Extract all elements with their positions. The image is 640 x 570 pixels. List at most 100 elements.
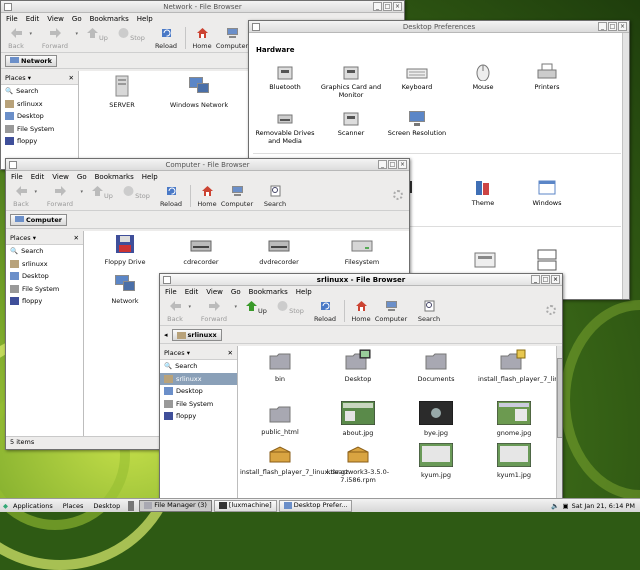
menu-bookmarks[interactable]: Bookmarks — [95, 171, 134, 183]
file-item[interactable]: gnome.jpg — [490, 400, 538, 437]
menu-file[interactable]: File — [6, 13, 18, 25]
show-desktop-icon[interactable] — [128, 500, 135, 511]
back-button[interactable]: Back ▾ — [163, 298, 191, 323]
sidebar-item-search[interactable]: 🔍 Search — [1, 85, 78, 98]
menu-bookmarks[interactable]: Bookmarks — [90, 13, 129, 25]
sidebar-item-floppy[interactable]: floppy — [1, 135, 78, 148]
desktop-prefs-titlebar[interactable]: Desktop Preferences _ □ × — [249, 21, 629, 33]
up-button[interactable]: Up — [241, 298, 271, 315]
file-item[interactable]: about.jpg — [334, 400, 382, 437]
close-button[interactable]: × — [551, 275, 560, 284]
task-desktop-preferences[interactable]: Desktop Prefer... — [278, 499, 353, 512]
menu-help[interactable]: Help — [142, 171, 158, 183]
location-network-button[interactable]: Network — [5, 54, 57, 67]
computer-titlebar[interactable]: Computer - File Browser _ □ × — [6, 159, 409, 171]
menu-go[interactable]: Go — [72, 13, 82, 25]
home-button[interactable]: Home — [348, 298, 374, 323]
reload-button[interactable]: Reload — [309, 298, 341, 323]
reload-button[interactable]: Reload — [155, 183, 187, 208]
close-button[interactable]: × — [393, 2, 402, 11]
pref-keyboard[interactable]: Keyboard — [382, 63, 452, 91]
pref-scanner[interactable]: Scanner — [316, 109, 386, 137]
task-luxmachine[interactable]: [luxmachine] — [213, 499, 277, 512]
file-item[interactable]: bin — [256, 351, 304, 383]
sidebar-item-desktop[interactable]: Desktop — [1, 110, 78, 123]
file-item[interactable]: Desktop — [334, 349, 382, 383]
sidebar-item-search[interactable]: 🔍 Search — [6, 245, 83, 258]
clock[interactable]: Sat Jan 21, 6:14 PM — [572, 502, 635, 510]
reload-button[interactable]: Reload — [150, 25, 182, 50]
computer-item-cdrecorder[interactable]: cdrecorder — [176, 236, 226, 266]
menu-edit[interactable]: Edit — [26, 13, 40, 25]
sidebar-item-desktop[interactable]: Desktop — [6, 270, 83, 283]
computer-item-filesystem[interactable]: Filesystem — [337, 236, 387, 266]
menu-go[interactable]: Go — [231, 286, 241, 298]
file-item[interactable]: public_html — [252, 404, 308, 436]
sidebar-item-filesystem[interactable]: File System — [6, 283, 83, 296]
sidebar-item-floppy[interactable]: floppy — [160, 410, 237, 423]
maximize-button[interactable]: □ — [608, 22, 617, 31]
places-dropdown[interactable]: Places ▾ — [10, 234, 36, 242]
close-button[interactable]: × — [618, 22, 627, 31]
network-item-server[interactable]: SERVER — [99, 75, 145, 109]
file-item[interactable]: bye.jpg — [412, 400, 460, 437]
sidebar-item-search[interactable]: 🔍 Search — [160, 360, 237, 373]
minimize-button[interactable]: _ — [378, 160, 387, 169]
desktop-menu[interactable]: Desktop — [88, 500, 125, 512]
minimize-button[interactable]: _ — [598, 22, 607, 31]
pref-mouse[interactable]: Mouse — [448, 63, 518, 91]
menu-edit[interactable]: Edit — [185, 286, 199, 298]
home-button[interactable]: Home — [189, 25, 215, 50]
minimize-button[interactable]: _ — [373, 2, 382, 11]
search-button[interactable]: Search — [258, 183, 292, 208]
home-button[interactable]: Home — [194, 183, 220, 208]
computer-item-dvdrecorder[interactable]: dvdrecorder — [254, 236, 304, 266]
pref-windows[interactable]: Windows — [512, 179, 582, 207]
file-item[interactable]: kyum.jpg — [412, 442, 460, 479]
close-sidebar-icon[interactable]: ✕ — [228, 349, 233, 357]
pref-screen-resolution[interactable]: Screen Resolution — [382, 109, 452, 137]
menu-file[interactable]: File — [11, 171, 23, 183]
menu-go[interactable]: Go — [77, 171, 87, 183]
task-file-manager[interactable]: File Manager (3) — [139, 499, 212, 512]
menu-view[interactable]: View — [47, 13, 64, 25]
prefs-scrollbar[interactable] — [622, 33, 629, 299]
back-button[interactable]: Back ▾ — [9, 183, 37, 208]
close-button[interactable]: × — [398, 160, 407, 169]
search-button[interactable]: Search — [412, 298, 446, 323]
forward-button[interactable]: Forward ▾ — [36, 25, 78, 50]
menu-bookmarks[interactable]: Bookmarks — [249, 286, 288, 298]
pref-removable-drives[interactable]: Removable Drives and Media — [250, 109, 320, 145]
file-item[interactable]: kdeartwork3-3.5.0-7.i586.rpm — [324, 446, 392, 484]
places-dropdown[interactable]: Places ▾ — [5, 74, 31, 82]
sidebar-item-floppy[interactable]: floppy — [6, 295, 83, 308]
forward-button[interactable]: Forward ▾ — [195, 298, 237, 323]
stop-button[interactable]: Stop — [116, 25, 146, 42]
volume-icon[interactable]: 🔈 — [551, 502, 559, 510]
maximize-button[interactable]: □ — [383, 2, 392, 11]
applications-menu[interactable]: Applications — [8, 500, 58, 512]
menu-edit[interactable]: Edit — [31, 171, 45, 183]
computer-item-floppy-drive[interactable]: Floppy Drive — [100, 234, 150, 266]
sidebar-item-srlinuxx[interactable]: srlinuxx — [6, 258, 83, 271]
location-srlinuxx-button[interactable]: srlinuxx — [171, 328, 222, 341]
file-item[interactable]: kyum1.jpg — [490, 442, 538, 479]
forward-button[interactable]: Forward ▾ — [41, 183, 83, 208]
sidebar-item-srlinuxx[interactable]: srlinuxx — [1, 98, 78, 111]
menu-view[interactable]: View — [52, 171, 69, 183]
path-left-arrow-icon[interactable]: ◂ — [164, 331, 168, 339]
keyboard-shortcuts-icon[interactable] — [537, 249, 557, 271]
file-item[interactable]: install_flash_player_7_linux — [478, 349, 562, 383]
computer-button[interactable]: Computer — [374, 298, 408, 323]
maximize-button[interactable]: □ — [541, 275, 550, 284]
computer-button[interactable]: Computer — [220, 183, 254, 208]
sidebar-item-filesystem[interactable]: File System — [160, 398, 237, 411]
back-button[interactable]: Back ▾ — [4, 25, 32, 50]
maximize-button[interactable]: □ — [388, 160, 397, 169]
srlinuxx-titlebar[interactable]: srlinuxx - File Browser _ □ × — [160, 274, 562, 286]
network-titlebar[interactable]: Network - File Browser _ □ × — [1, 1, 404, 13]
computer-item-network[interactable]: Network — [100, 273, 150, 305]
stop-button[interactable]: Stop — [121, 183, 151, 200]
menu-view[interactable]: View — [206, 286, 223, 298]
menu-file[interactable]: File — [165, 286, 177, 298]
